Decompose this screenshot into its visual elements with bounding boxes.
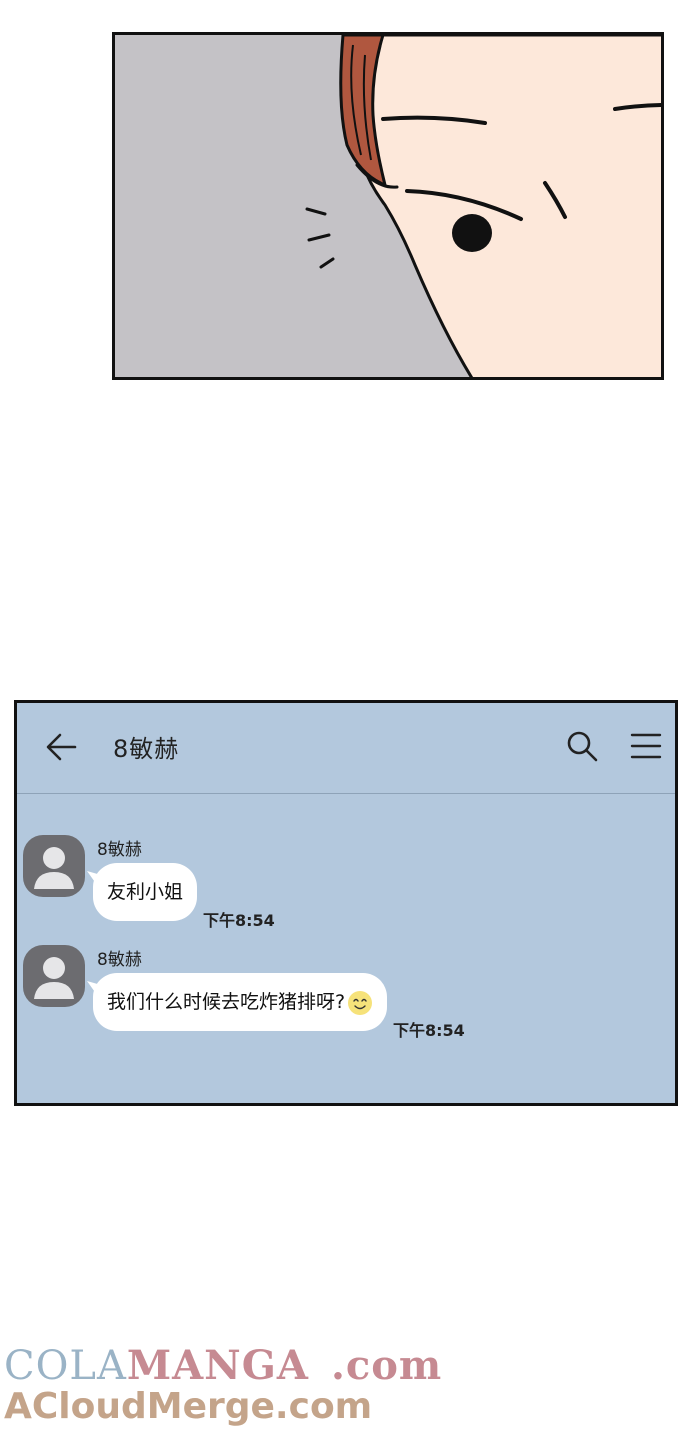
watermark-part2: MANGA [126,1342,309,1389]
avatar[interactable] [23,945,85,1007]
watermark-part1: COLA [4,1343,127,1389]
message-bubble: 我们什么时候去吃炸猪排呀? [87,973,388,1031]
chat-screen: 8敏赫 8敏赫 友利小姐 下午8:54 8敏赫 我们什么时候去吃炸猪排呀? 下午… [14,700,678,1106]
smile-emoji-icon [348,990,373,1015]
back-arrow-icon[interactable] [45,731,79,763]
message-row: 8敏赫 我们什么时候去吃炸猪排呀? 下午8:54 [17,945,675,1045]
chat-header: 8敏赫 [17,703,675,794]
comic-panel-face [112,32,664,380]
message-text: 我们什么时候去吃炸猪排呀? [107,991,346,1013]
search-icon[interactable] [565,729,599,763]
avatar[interactable] [23,835,85,897]
default-user-icon [34,847,74,889]
message-time: 下午8:54 [393,1021,465,1040]
chat-title: 8敏赫 [113,735,180,763]
bubble-tail [87,981,101,995]
message-row: 8敏赫 友利小姐 下午8:54 [17,835,675,935]
sender-name: 8敏赫 [97,950,142,970]
watermark-acloudmerge: ACloudMerge.com [4,1386,373,1427]
sender-name: 8敏赫 [97,840,142,860]
message-bubble: 友利小姐 [87,863,198,921]
watermark-part3: .com [330,1342,443,1389]
menu-icon[interactable] [629,731,663,761]
message-time: 下午8:54 [203,911,275,930]
face-illustration [115,35,661,377]
watermark-colamanga: COLAMANGA .com [4,1342,442,1389]
bubble-tail [87,871,101,885]
default-user-icon [34,957,74,999]
message-text: 友利小姐 [107,881,184,903]
